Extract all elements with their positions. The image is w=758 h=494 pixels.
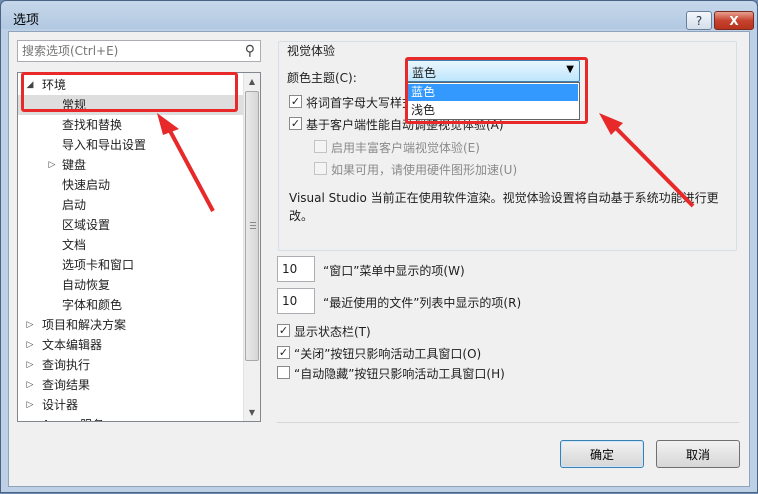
rich-visual-checkbox[interactable]	[314, 140, 327, 153]
tree-item[interactable]: 选项卡和窗口	[18, 255, 244, 275]
expanded-arrow-icon[interactable]: ◢	[24, 75, 36, 95]
close-button-checkbox[interactable]: ✓	[277, 346, 290, 359]
search-icon[interactable]: ⚲	[245, 43, 255, 59]
grip-line	[250, 225, 256, 226]
tree-item[interactable]: ▷ 文本编辑器	[18, 335, 244, 355]
tree-item-label: Azure 服务	[42, 415, 104, 421]
tree-item[interactable]: ▷ Azure 服务	[18, 415, 244, 421]
tree-item[interactable]: ◢ 环境	[18, 75, 244, 95]
tree-item[interactable]: 自动恢复	[18, 275, 244, 295]
uppercase-label: 将词首字母大写样式	[306, 96, 415, 110]
tree-item-label: 项目和解决方案	[42, 318, 127, 332]
title-bar[interactable]: 选项 ? X	[1, 1, 757, 31]
color-theme-dropdown: 蓝色 浅色	[405, 82, 580, 120]
collapsed-arrow-icon[interactable]: ▷	[24, 415, 36, 421]
grip-line	[250, 222, 256, 223]
collapsed-arrow-icon[interactable]: ▷	[24, 375, 36, 395]
tree-item[interactable]: 字体和颜色	[18, 295, 244, 315]
tree-item-label: 设计器	[42, 398, 79, 412]
tree-item-label: 文档	[62, 238, 87, 252]
tree-item-label: 环境	[42, 78, 67, 92]
tree-item-label: 启动	[62, 198, 87, 212]
chevron-down-icon[interactable]: ▼	[566, 64, 574, 75]
tree-item-label: 查询结果	[42, 378, 91, 392]
hw-accel-label: 如果可用，请使用硬件图形加速(U)	[331, 163, 518, 177]
tree-item[interactable]: 区域设置	[18, 215, 244, 235]
tree-item[interactable]: ▷ 查询结果	[18, 375, 244, 395]
collapsed-arrow-icon[interactable]: ▷	[24, 395, 36, 415]
recent-files-count[interactable]: 10	[277, 288, 315, 314]
color-theme-label: 颜色主题(C):	[287, 71, 357, 85]
search-input[interactable]	[22, 43, 232, 59]
tree-item[interactable]: 查找和替换	[18, 115, 244, 135]
tree-item[interactable]: ▷ 项目和解决方案	[18, 315, 244, 335]
divider	[277, 422, 739, 423]
tree-item-label: 快速启动	[62, 178, 111, 192]
options-dialog: 选项 ? X ⚲ ▷ Azure 服务 ▷ 设计器 ▷ 查询结果 ▷ 查询执行 ▷ 文本编辑器 ▷ 项…	[0, 0, 758, 493]
collapsed-arrow-icon[interactable]: ▷	[46, 155, 58, 175]
tree-item[interactable]: 文档	[18, 235, 244, 255]
window-title: 选项	[13, 13, 40, 28]
recent-files-label: “最近使用的文件”列表中显示的项(R)	[323, 296, 522, 310]
tree-item-label: 查找和替换	[62, 118, 123, 132]
tree-item[interactable]: 常规	[18, 95, 244, 115]
tree-item-label: 选项卡和窗口	[62, 258, 135, 272]
scroll-up-icon[interactable]: ▲	[244, 73, 260, 90]
close-button-option-label: “关闭”按钮只影响活动工具窗口(O)	[294, 347, 482, 361]
dialog-body: ⚲ ▷ Azure 服务 ▷ 设计器 ▷ 查询结果 ▷ 查询执行 ▷ 文本编辑器 ▷ 项目和解决方案 字…	[8, 31, 750, 487]
group-title: 视觉体验	[285, 42, 338, 59]
hw-accel-checkbox[interactable]	[314, 162, 327, 175]
tree-item-label: 键盘	[62, 158, 87, 172]
tree-item[interactable]: 启动	[18, 195, 244, 215]
search-box[interactable]: ⚲	[17, 40, 261, 62]
collapsed-arrow-icon[interactable]: ▷	[24, 335, 36, 355]
scroll-down-icon[interactable]: ▼	[244, 404, 260, 421]
autohide-checkbox[interactable]	[277, 366, 290, 379]
tree-item-label: 常规	[62, 98, 87, 112]
tree-item[interactable]: 快速启动	[18, 175, 244, 195]
close-button[interactable]: X	[714, 11, 754, 30]
cancel-button[interactable]: 取消	[656, 440, 740, 468]
tree-item-label: 导入和导出设置	[62, 138, 147, 152]
options-tree: ▷ Azure 服务 ▷ 设计器 ▷ 查询结果 ▷ 查询执行 ▷ 文本编辑器 ▷ 项目和解决方案 字体和…	[17, 72, 261, 422]
tree-item-label: 字体和颜色	[62, 298, 123, 312]
tree-item[interactable]: 导入和导出设置	[18, 135, 244, 155]
status-bar-checkbox[interactable]: ✓	[277, 324, 290, 337]
render-note: Visual Studio 当前正在使用软件渲染。视觉体验设置将自动基于系统功能…	[289, 191, 719, 223]
auto-adjust-checkbox[interactable]: ✓	[289, 117, 302, 130]
dropdown-option[interactable]: 蓝色	[407, 84, 578, 101]
ok-button[interactable]: 确定	[560, 440, 644, 468]
tree-item-label: 自动恢复	[62, 278, 111, 292]
collapsed-arrow-icon[interactable]: ▷	[24, 315, 36, 335]
tree-item-label: 查询执行	[42, 358, 91, 372]
tree-item[interactable]: ▷ 键盘	[18, 155, 244, 175]
status-bar-label: 显示状态栏(T)	[294, 325, 371, 339]
autohide-option-label: “自动隐藏”按钮只影响活动工具窗口(H)	[294, 367, 505, 381]
rich-visual-label: 启用丰富客户端视觉体验(E)	[331, 141, 480, 155]
collapsed-arrow-icon[interactable]: ▷	[24, 355, 36, 375]
dropdown-option[interactable]: 浅色	[407, 102, 578, 119]
tree-item[interactable]: ▷ 设计器	[18, 395, 244, 415]
scroll-thumb[interactable]	[245, 91, 259, 361]
tree-item[interactable]: ▷ 查询执行	[18, 355, 244, 375]
windows-menu-label: “窗口”菜单中显示的项(W)	[323, 264, 465, 278]
color-theme-select[interactable]: 蓝色 ▼	[405, 60, 580, 82]
tree-scrollbar[interactable]: ▲ ▼	[243, 73, 260, 421]
windows-menu-count[interactable]: 10	[277, 256, 315, 282]
color-theme-value: 蓝色	[412, 66, 437, 80]
tree-item-label: 区域设置	[62, 218, 111, 232]
grip-line	[250, 228, 256, 229]
help-button[interactable]: ?	[686, 11, 712, 30]
uppercase-checkbox[interactable]: ✓	[289, 95, 302, 108]
tree-item-label: 文本编辑器	[42, 338, 103, 352]
